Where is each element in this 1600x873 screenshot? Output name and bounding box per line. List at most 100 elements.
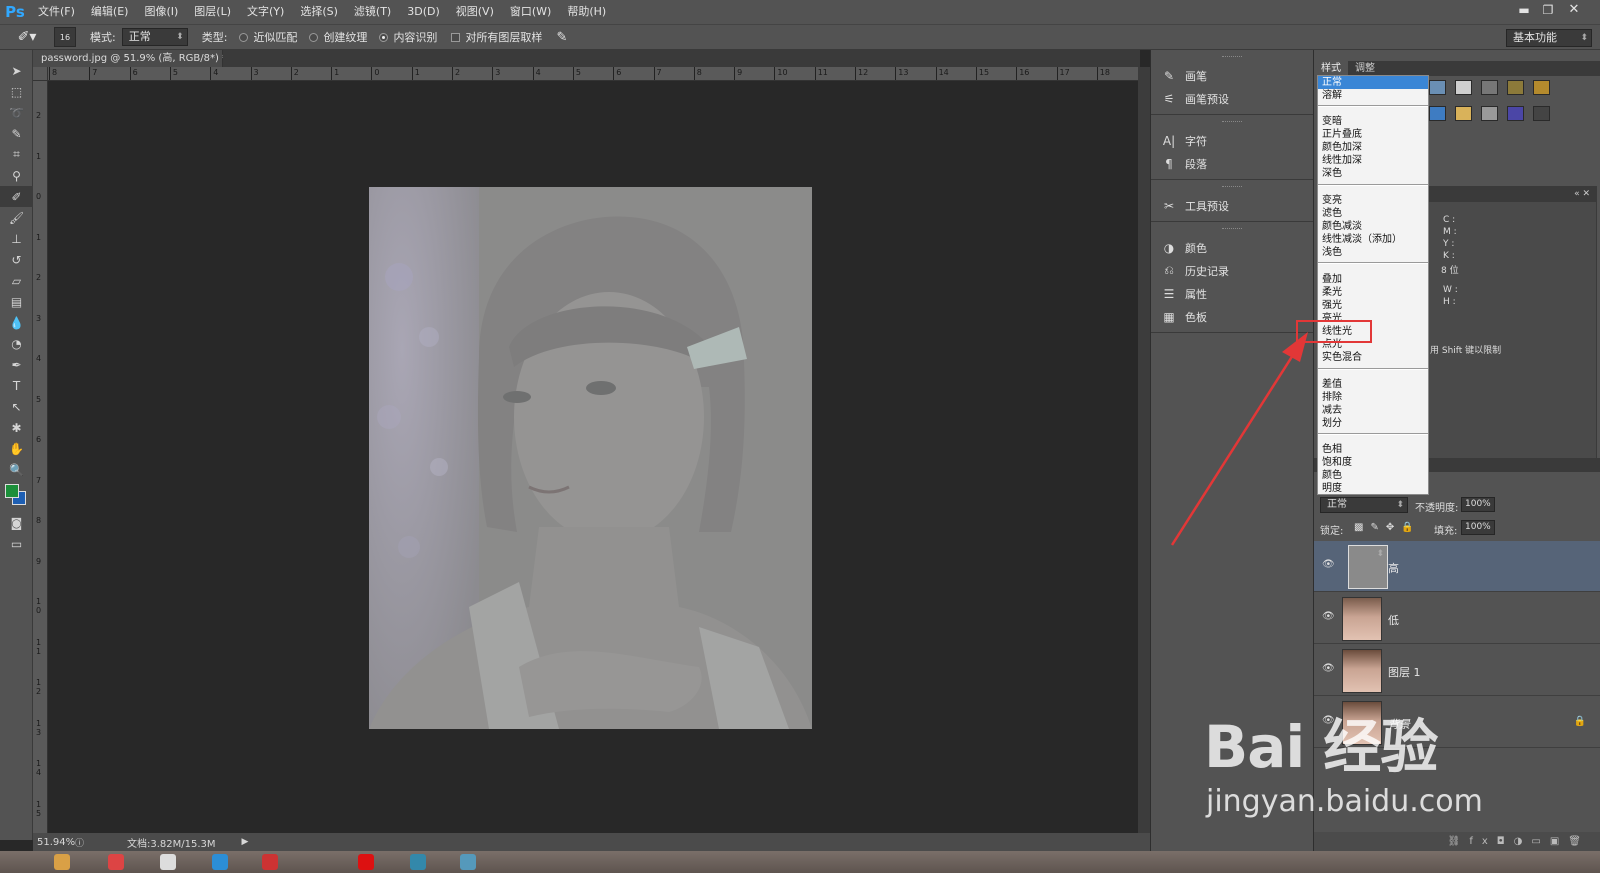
brush-tool-icon[interactable]: 🖌	[0, 207, 33, 228]
blend-mode-option[interactable]: 正常	[1318, 76, 1428, 89]
eye-icon[interactable]: 👁	[1322, 663, 1335, 674]
layer-row[interactable]: 👁 图层 1	[1314, 645, 1600, 696]
radio-proximity-match[interactable]: 近似匹配	[239, 29, 297, 45]
dock-grip[interactable]	[1222, 228, 1242, 232]
style-swatch[interactable]	[1533, 80, 1550, 95]
type-tool-icon[interactable]: T	[0, 375, 33, 396]
style-swatch[interactable]	[1429, 80, 1446, 95]
eraser-tool-icon[interactable]: ▱	[0, 270, 33, 291]
radio-circle[interactable]	[309, 32, 319, 42]
canvas-image[interactable]	[369, 187, 812, 729]
menu-layer[interactable]: 图层(L)	[186, 0, 239, 24]
menu-filter[interactable]: 滤镜(T)	[346, 0, 399, 24]
radio-circle[interactable]	[379, 32, 389, 42]
eyedropper-tool-icon[interactable]: ⚲	[0, 165, 33, 186]
style-swatch[interactable]	[1507, 106, 1524, 121]
layer-row[interactable]: 👁 高	[1314, 541, 1600, 592]
layer-blend-mode-select[interactable]: 正常	[1320, 497, 1408, 513]
style-swatch[interactable]	[1481, 80, 1498, 95]
menu-file[interactable]: 文件(F)	[30, 0, 83, 24]
info-panel-menu-icon[interactable]: « ✕	[1428, 187, 1596, 202]
blend-mode-option[interactable]: 溶解	[1318, 89, 1428, 102]
vertical-scrollbar[interactable]	[1138, 67, 1150, 833]
menu-window[interactable]: 窗口(W)	[502, 0, 559, 24]
taskbar-app-icon[interactable]	[108, 854, 124, 870]
dock-item[interactable]: ⚟ 画笔预设	[1151, 87, 1313, 110]
quick-mask-icon[interactable]: ◙	[0, 512, 33, 533]
blend-mode-option[interactable]: 差值	[1318, 378, 1428, 391]
zoom-tool-icon[interactable]: 🔍	[0, 459, 33, 480]
blend-mode-option[interactable]: 正片叠底	[1318, 128, 1428, 141]
eye-icon[interactable]: 👁	[1322, 559, 1335, 570]
status-menu-arrow-icon[interactable]: ▶	[242, 837, 249, 847]
style-swatch[interactable]	[1481, 106, 1498, 121]
path-select-tool-icon[interactable]: ↖	[0, 396, 33, 417]
dock-grip[interactable]	[1222, 121, 1242, 125]
blend-mode-option[interactable]: 柔光	[1318, 286, 1428, 299]
blend-mode-option[interactable]: 减去	[1318, 404, 1428, 417]
vertical-ruler[interactable]: 2101234567891 01 11 21 31 41 5	[33, 81, 48, 833]
radio-content-aware[interactable]: 内容识别	[379, 29, 437, 45]
style-swatch[interactable]	[1507, 80, 1524, 95]
history-brush-tool-icon[interactable]: ↺	[0, 249, 33, 270]
layers-footer-icons[interactable]: ⛓fx◘◑▭▣🗑	[1314, 832, 1600, 851]
taskbar-app-icon[interactable]	[460, 854, 476, 870]
blend-mode-option[interactable]: 颜色减淡	[1318, 220, 1428, 233]
dock-grip[interactable]	[1222, 186, 1242, 190]
minimize-icon[interactable]: ▬	[1514, 2, 1534, 18]
taskbar-app-icon[interactable]	[54, 854, 70, 870]
zoom-level[interactable]: 51.94%	[33, 837, 75, 848]
quick-select-tool-icon[interactable]: ✎	[0, 123, 33, 144]
layer-row[interactable]: 👁 低	[1314, 593, 1600, 644]
menu-select[interactable]: 选择(S)	[292, 0, 346, 24]
blend-mode-option[interactable]: 划分	[1318, 417, 1428, 430]
blend-mode-option[interactable]: 强光	[1318, 299, 1428, 312]
lasso-tool-icon[interactable]: ➰	[0, 102, 33, 123]
dock-item[interactable]: ▦ 色板	[1151, 305, 1313, 328]
screen-mode-icon[interactable]: ▭	[0, 533, 33, 554]
taskbar-app-icon[interactable]	[160, 854, 176, 870]
dock-item[interactable]: ◑ 颜色	[1151, 236, 1313, 259]
blend-mode-option[interactable]: 排除	[1318, 391, 1428, 404]
style-swatch[interactable]	[1455, 106, 1472, 121]
dock-item[interactable]: A| 字符	[1151, 129, 1313, 152]
ruler-origin[interactable]	[33, 67, 48, 81]
lock-icons[interactable]: ▩✎✥🔒	[1354, 522, 1421, 533]
blend-mode-option[interactable]: 颜色	[1318, 469, 1428, 482]
brush-size-picker[interactable]: 16	[54, 27, 76, 47]
style-swatch[interactable]	[1533, 106, 1550, 121]
blend-mode-option[interactable]: 变暗	[1318, 115, 1428, 128]
style-swatch[interactable]	[1429, 106, 1446, 121]
opacity-input[interactable]: 100%	[1461, 497, 1495, 512]
taskbar-app-icon[interactable]	[212, 854, 228, 870]
pressure-icon[interactable]: ✎	[556, 30, 567, 45]
close-icon[interactable]: ✕	[1564, 2, 1584, 18]
clone-stamp-tool-icon[interactable]: ⊥	[0, 228, 33, 249]
healing-brush-tool-icon[interactable]: ✐	[0, 186, 33, 207]
sample-all-layers-checkbox[interactable]: 对所有图层取样	[451, 29, 542, 45]
blend-mode-option[interactable]: 颜色加深	[1318, 141, 1428, 154]
fill-input[interactable]: 100%	[1461, 520, 1495, 535]
blend-mode-option[interactable]: 色相	[1318, 443, 1428, 456]
style-swatch[interactable]	[1455, 80, 1472, 95]
status-info-icon[interactable]: ⓘ	[75, 836, 87, 849]
blend-mode-option[interactable]: 实色混合	[1318, 351, 1428, 364]
dock-grip[interactable]	[1222, 56, 1242, 60]
document-tab[interactable]: password.jpg @ 51.9% (高, RGB/8*) *✕	[33, 50, 241, 67]
foreground-color[interactable]	[5, 484, 19, 498]
gradient-tool-icon[interactable]: ▤	[0, 291, 33, 312]
shape-tool-icon[interactable]: ✱	[0, 417, 33, 438]
blend-mode-option[interactable]: 线性减淡（添加）	[1318, 233, 1428, 246]
hand-tool-icon[interactable]: ✋	[0, 438, 33, 459]
taskbar-app-icon[interactable]	[358, 854, 374, 870]
menu-image[interactable]: 图像(I)	[136, 0, 186, 24]
spot-healing-brush-icon[interactable]: ✐▾	[14, 27, 40, 47]
dock-item[interactable]: ¶ 段落	[1151, 152, 1313, 175]
blend-mode-option[interactable]: 饱和度	[1318, 456, 1428, 469]
mode-select[interactable]: 正常	[121, 28, 188, 46]
blend-mode-option[interactable]: 明度	[1318, 482, 1428, 495]
taskbar-app-icon[interactable]	[262, 854, 278, 870]
menu-3d[interactable]: 3D(D)	[399, 0, 448, 24]
menu-type[interactable]: 文字(Y)	[239, 0, 292, 24]
menu-edit[interactable]: 编辑(E)	[83, 0, 137, 24]
